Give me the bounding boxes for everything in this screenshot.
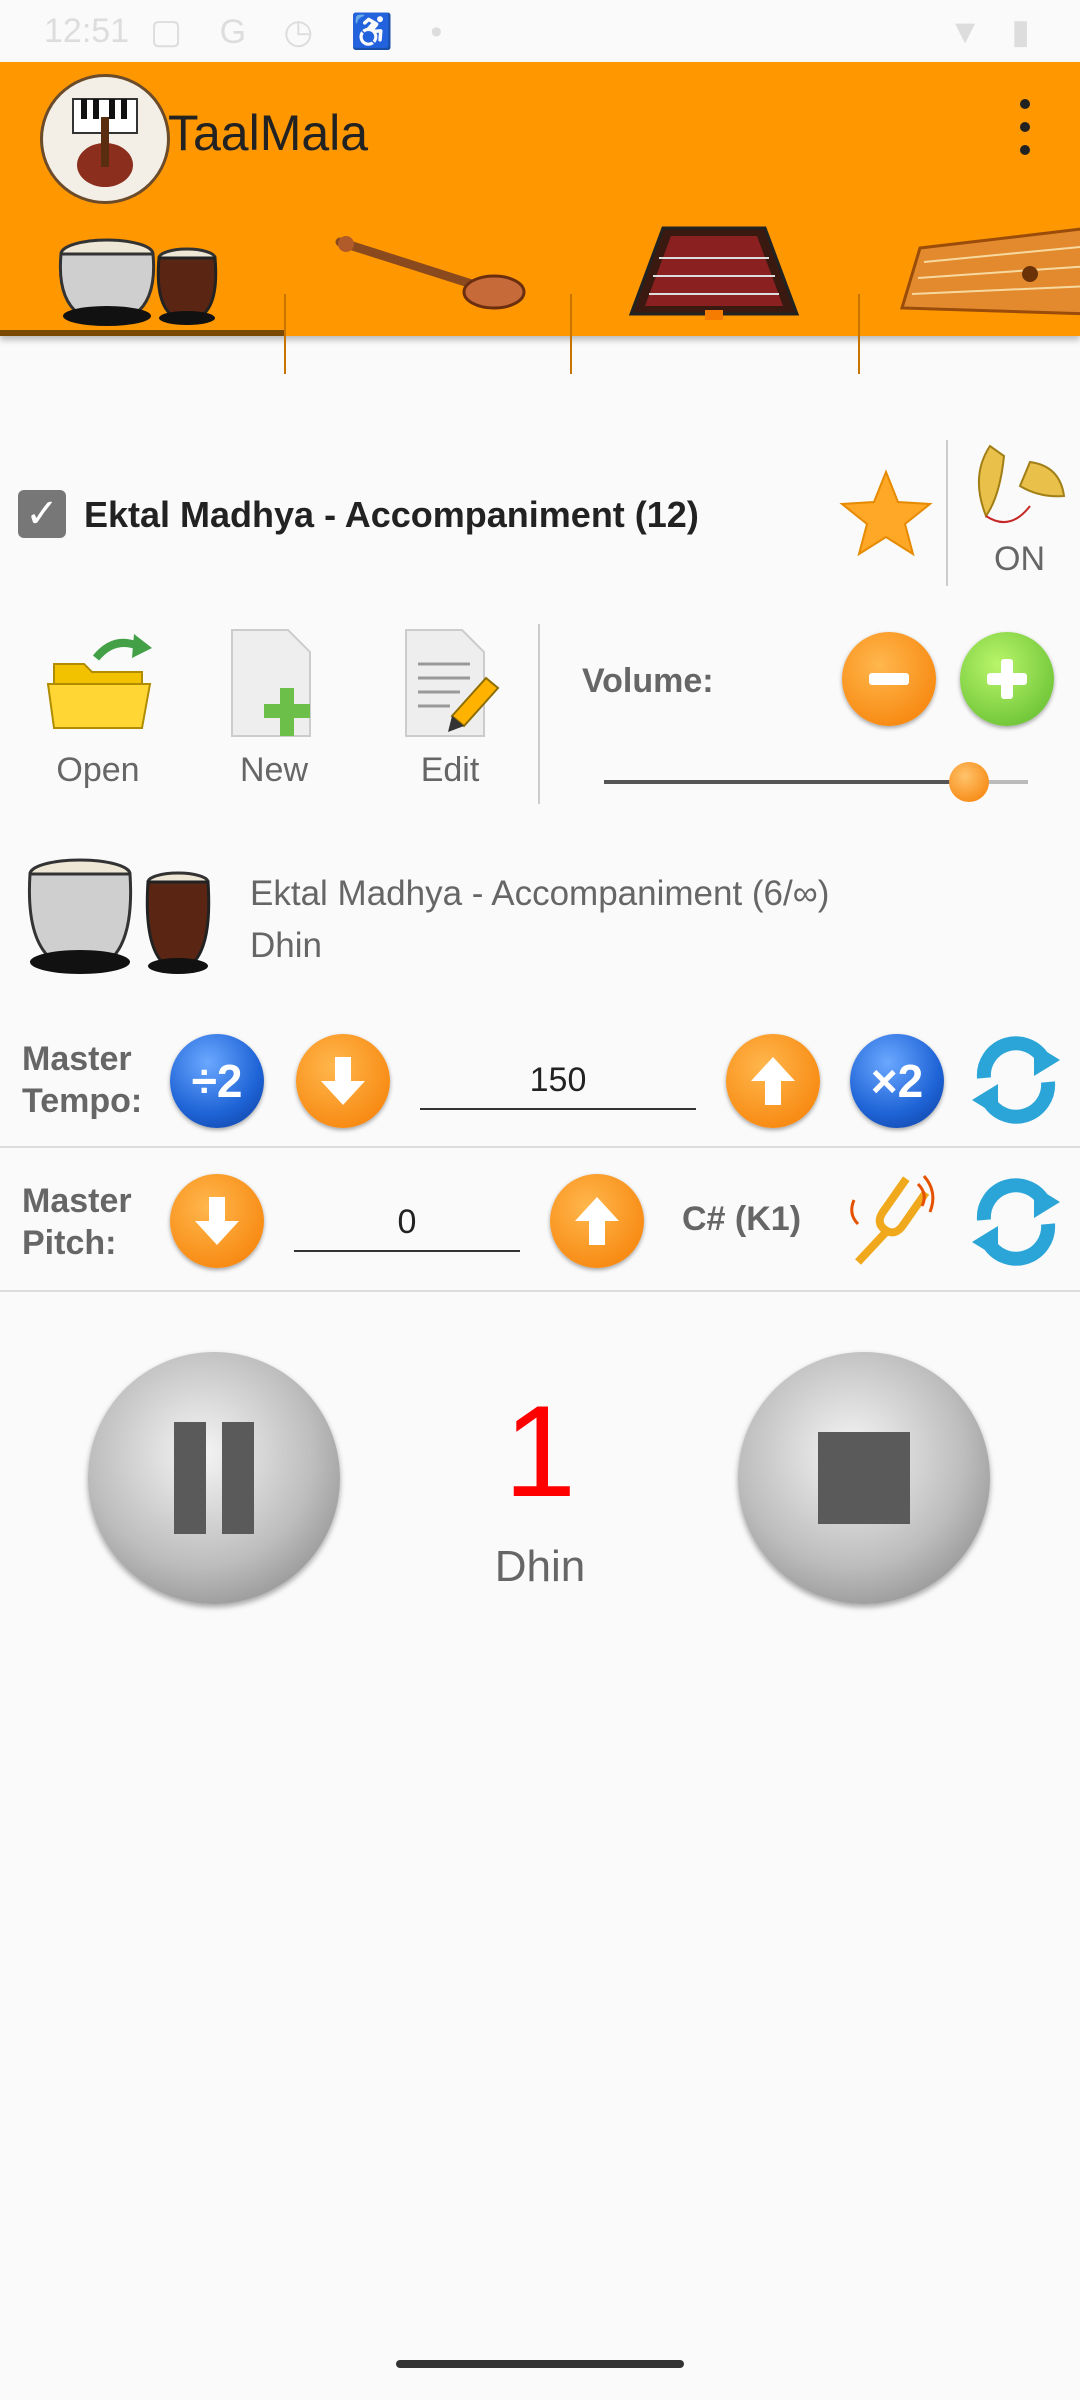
tuning-fork-icon[interactable] [840,1170,940,1275]
pitch-reset-icon[interactable] [966,1172,1066,1277]
tempo-double-button[interactable]: ×2 [850,1034,944,1128]
tab-swarmandal[interactable] [860,210,1080,336]
status-time: 12:51 [44,12,130,50]
master-pitch-label-line1: Master [22,1182,132,1220]
pitch-increase-button[interactable] [550,1174,644,1268]
favorite-star-icon[interactable] [836,468,936,563]
pitch-decrease-button[interactable] [170,1174,264,1268]
tempo-decrease-button[interactable] [296,1034,390,1128]
sitar-icon [335,236,526,310]
minus-icon [869,673,909,685]
pause-button[interactable] [88,1352,340,1604]
beat-bol: Dhin [494,1542,586,1591]
rhythm-checkbox[interactable]: ✓ [18,490,66,538]
app-title: TaalMala [168,105,369,161]
tempo-increase-button[interactable] [726,1034,820,1128]
arrow-down-icon [321,1057,365,1105]
new-file-icon [231,629,311,737]
divider [0,1146,1080,1148]
master-tempo-label-line1: Master [22,1040,132,1078]
notification-icons: ▢ G ◷ ♿ • [150,13,457,51]
tabla-icon [22,852,222,987]
tempo-input[interactable]: 150 [420,1052,696,1110]
new-label: New [239,751,309,789]
now-playing-title: Ektal Madhya - Accompaniment (6/∞) [250,874,830,913]
edit-button[interactable]: Edit [380,628,520,790]
santoor-icon [628,226,800,320]
arrow-up-icon [575,1197,619,1245]
tempo-halve-button[interactable]: ÷2 [170,1034,264,1128]
status-bar: 12:51 ▢ G ◷ ♿ • ▼ ▮ [0,0,1080,62]
tab-tabla[interactable] [0,210,284,336]
master-tempo-label: Master Tempo: [22,1038,142,1122]
swarmandal-icon [900,227,1080,316]
app-bar: TaalMala [0,62,1080,374]
volume-slider-thumb[interactable] [948,762,989,802]
divider [946,440,948,586]
pitch-note-label: C# (K1) [682,1200,802,1238]
volume-increase-button[interactable] [960,632,1054,726]
tempo-reset-icon[interactable] [966,1030,1066,1135]
overflow-menu-icon[interactable] [1010,92,1040,162]
edit-document-icon [405,629,500,737]
tab-santoor[interactable] [572,210,856,336]
volume-label: Volume: [582,662,714,700]
system-icons: ▼ ▮ [948,13,1040,51]
divider [538,624,540,804]
edit-label: Edit [420,751,480,789]
pause-icon [174,1422,254,1534]
stop-button[interactable] [738,1352,990,1604]
pitch-input[interactable]: 0 [294,1194,520,1252]
folder-open-icon [46,634,152,729]
stop-icon [818,1432,910,1524]
plus-icon [987,659,1027,699]
new-button[interactable]: New [204,628,344,790]
cymbal-state-label: ON [994,540,1045,578]
volume-slider-fill [604,780,969,784]
open-button[interactable]: Open [28,628,168,790]
rhythm-row: ✓ Ektal Madhya - Accompaniment (12) [18,468,1058,558]
arrow-up-icon [751,1057,795,1105]
tabla-icon [58,238,218,326]
rhythm-title: Ektal Madhya - Accompaniment (12) [84,494,699,535]
beat-counter: 1 [503,1378,577,1524]
app-logo-icon [40,74,170,204]
selected-tab-indicator [0,330,284,336]
home-indicator[interactable] [396,2360,684,2368]
cymbals-icon[interactable] [960,436,1070,537]
arrow-down-icon [195,1197,239,1245]
now-playing-bol: Dhin [250,926,322,965]
volume-decrease-button[interactable] [842,632,936,726]
master-pitch-label: Master Pitch: [22,1180,132,1264]
master-pitch-label-line2: Pitch: [22,1224,117,1262]
volume-slider[interactable] [604,762,1028,802]
master-tempo-label-line2: Tempo: [22,1082,143,1120]
instrument-tabs [0,210,1080,374]
tab-sitar[interactable] [286,210,570,336]
divider [0,1290,1080,1292]
open-label: Open [56,751,140,789]
